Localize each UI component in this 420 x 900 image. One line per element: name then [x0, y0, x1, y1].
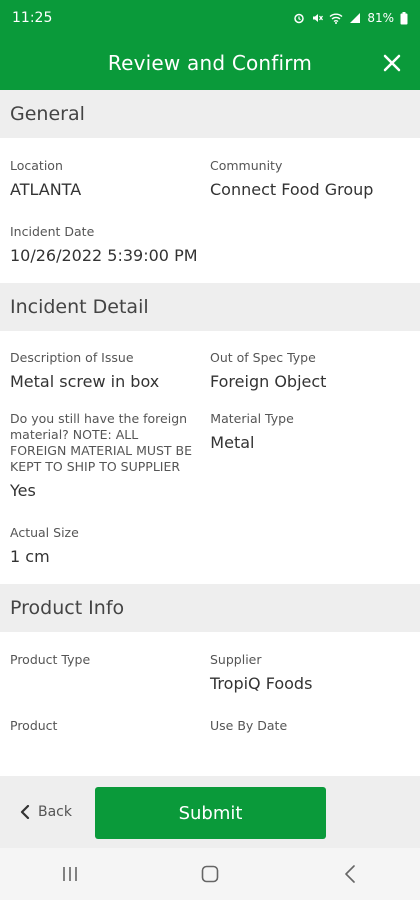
recent-apps-icon [63, 867, 77, 881]
product-field: Product [10, 718, 210, 734]
material-type-value: Metal [210, 433, 255, 452]
community-value: Connect Food Group [210, 180, 374, 199]
product-type-label: Product Type [10, 652, 91, 667]
submit-button[interactable]: Submit [95, 787, 326, 839]
section-title-general: General [10, 103, 85, 125]
out-of-spec-field: Out of Spec Type Foreign Object [210, 350, 410, 391]
chevron-left-icon [20, 805, 30, 819]
section-header-incident-detail: Incident Detail [0, 283, 420, 331]
alarm-icon [294, 13, 305, 24]
foreign-material-value: Yes [10, 481, 36, 500]
description-field: Description of Issue Metal screw in box [10, 350, 210, 391]
battery-percent: 81% [367, 11, 394, 25]
battery-icon [400, 11, 408, 24]
incident-date-label: Incident Date [10, 224, 95, 239]
back-arrow-icon [345, 865, 355, 883]
location-field: Location ATLANTA [10, 158, 210, 199]
community-label: Community [210, 158, 283, 173]
description-label: Description of Issue [10, 350, 134, 365]
review-content[interactable]: General Location ATLANTA Community Conne… [0, 90, 420, 776]
supplier-value: TropiQ Foods [210, 674, 313, 693]
out-of-spec-label: Out of Spec Type [210, 350, 316, 365]
mute-icon [313, 14, 324, 22]
close-button[interactable] [378, 49, 406, 77]
description-value: Metal screw in box [10, 372, 160, 391]
product-type-field: Product Type [10, 652, 210, 693]
close-icon [383, 54, 401, 72]
supplier-field: Supplier TropiQ Foods [210, 652, 410, 693]
section-header-general: General [0, 90, 420, 138]
app-bar: Review and Confirm [0, 36, 420, 90]
general-row-2: Incident Date 10/26/2022 5:39:00 PM [0, 224, 420, 265]
product-row-2: Product Use By Date [0, 718, 420, 734]
status-bar: 11:25 81% [0, 0, 420, 36]
incident-row-1: Description of Issue Metal screw in box … [0, 350, 420, 391]
status-time: 11:25 [12, 10, 53, 26]
recent-apps-button[interactable] [40, 854, 100, 894]
wifi-icon [329, 13, 343, 24]
material-type-field: Material Type Metal [210, 411, 410, 500]
incident-date-value: 10/26/2022 5:39:00 PM [10, 246, 198, 265]
system-back-button[interactable] [320, 854, 380, 894]
incident-date-field: Incident Date 10/26/2022 5:39:00 PM [10, 224, 220, 265]
actual-size-label: Actual Size [10, 525, 79, 540]
use-by-date-label: Use By Date [210, 718, 288, 733]
status-icons: 81% [293, 11, 408, 25]
home-button[interactable] [180, 854, 240, 894]
product-label: Product [10, 718, 58, 733]
product-row-1: Product Type Supplier TropiQ Foods [0, 652, 420, 693]
location-value: ATLANTA [10, 180, 82, 199]
foreign-material-field: Do you still have the foreign material? … [10, 411, 210, 500]
supplier-label: Supplier [210, 652, 262, 667]
use-by-date-field: Use By Date [210, 718, 410, 734]
section-title-incident-detail: Incident Detail [10, 296, 149, 318]
location-label: Location [10, 158, 63, 173]
actual-size-field: Actual Size 1 cm [10, 525, 220, 566]
section-title-product-info: Product Info [10, 597, 125, 619]
material-type-label: Material Type [210, 411, 294, 426]
back-label: Back [38, 804, 72, 820]
foreign-material-label: Do you still have the foreign material? … [10, 411, 193, 474]
section-header-product-info: Product Info [0, 584, 420, 632]
actual-size-value: 1 cm [10, 547, 50, 566]
page-title: Review and Confirm [107, 51, 313, 75]
incident-row-3: Actual Size 1 cm [0, 525, 420, 566]
bottom-action-bar: Back Submit [0, 776, 420, 848]
back-button[interactable]: Back [20, 804, 72, 820]
system-nav-bar [0, 848, 420, 900]
general-row-1: Location ATLANTA Community Connect Food … [0, 158, 420, 199]
incident-row-2: Do you still have the foreign material? … [0, 411, 420, 500]
out-of-spec-value: Foreign Object [210, 372, 327, 391]
signal-icon [350, 13, 361, 23]
home-icon [201, 865, 219, 883]
community-field: Community Connect Food Group [210, 158, 410, 199]
